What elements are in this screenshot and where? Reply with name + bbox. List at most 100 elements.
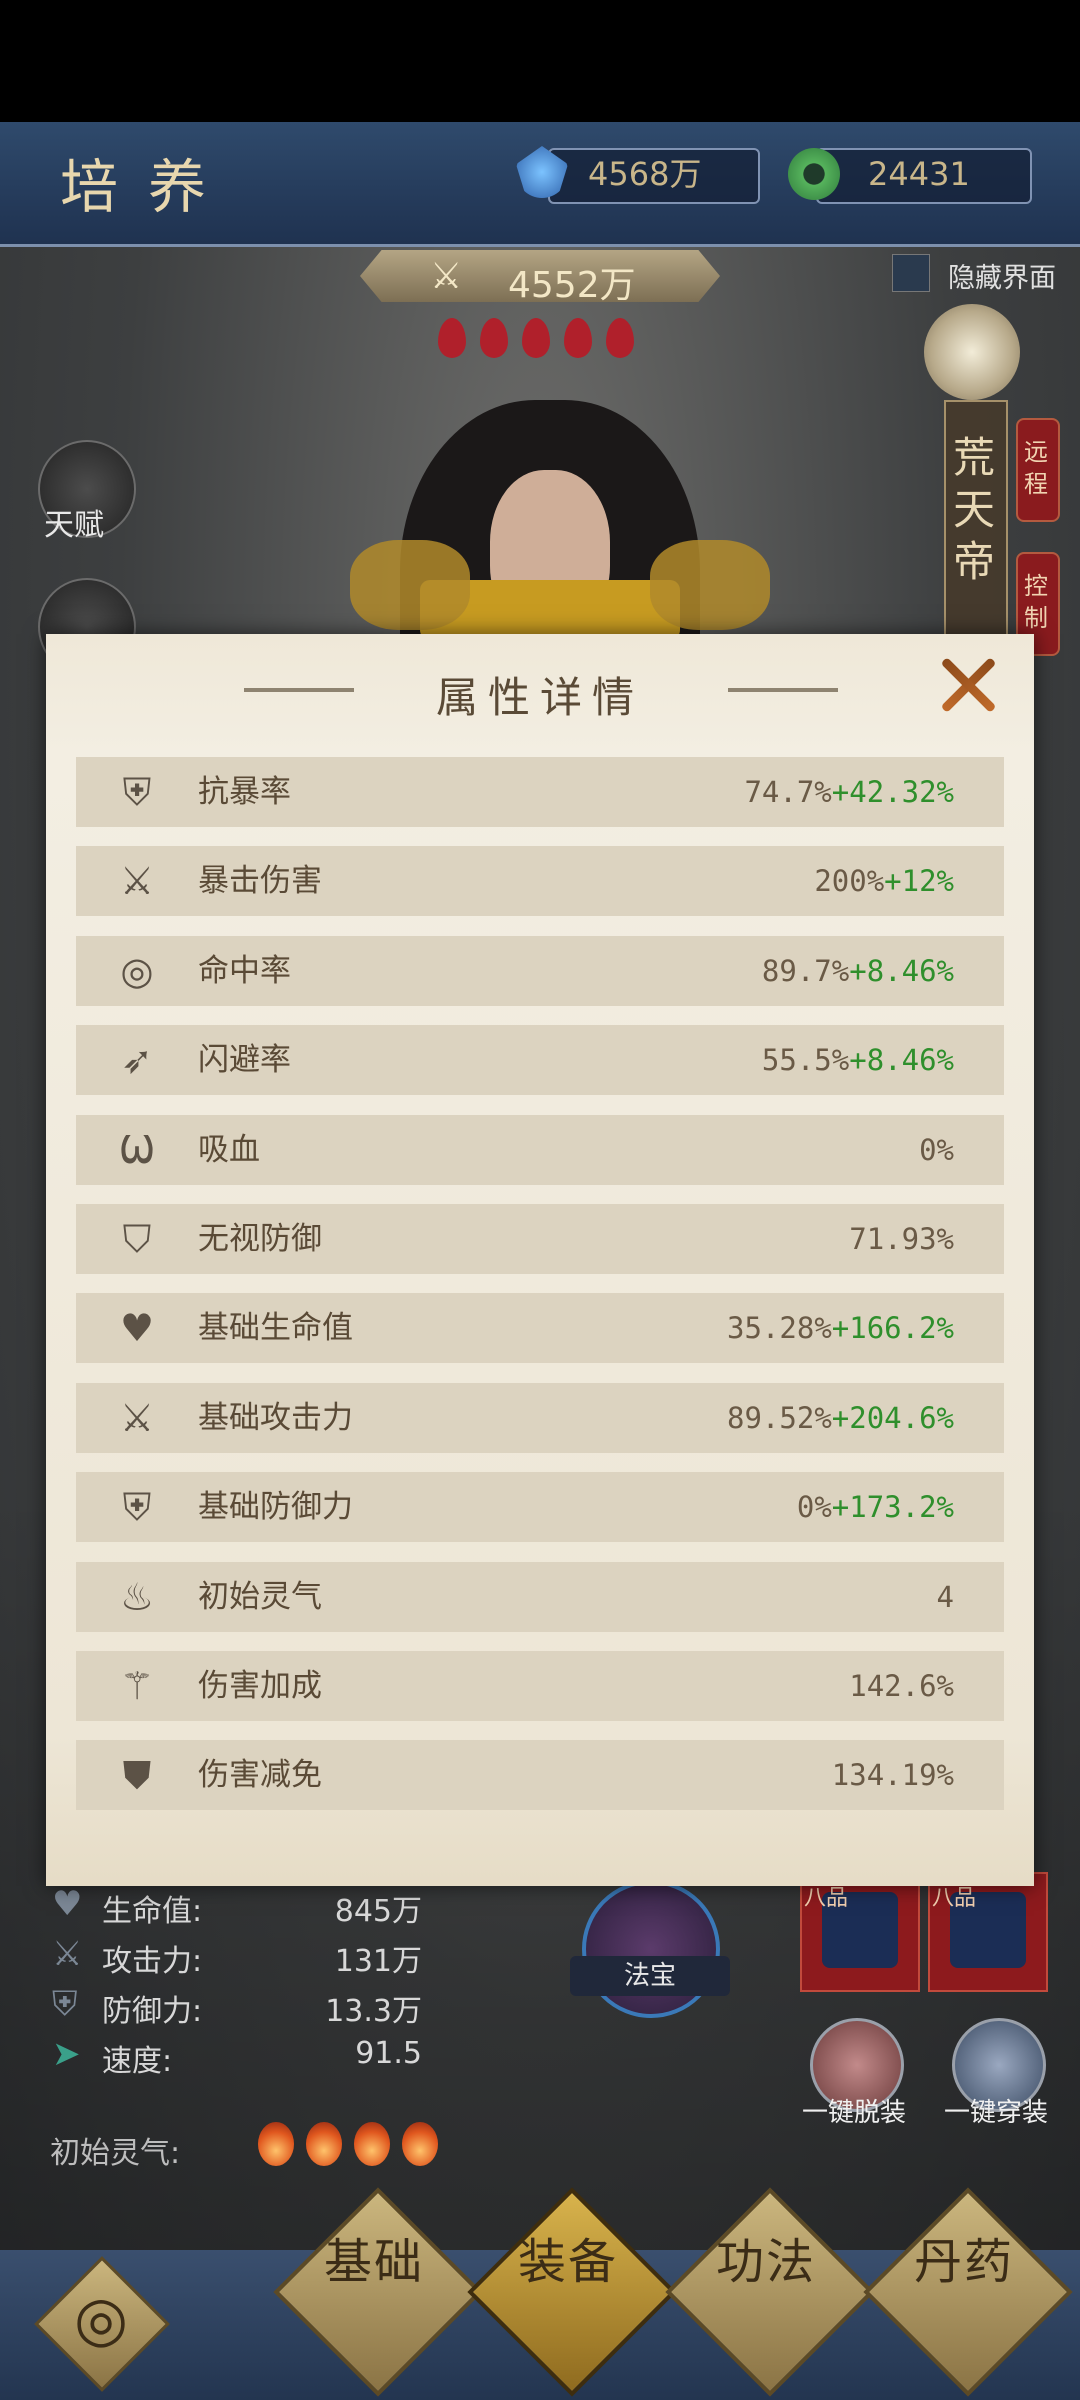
attribute-base-value: 134.19% [831, 1758, 954, 1793]
treasure-label: 法宝 [570, 1956, 730, 1996]
attribute-row: ♥ 基础生命值 35.28%+166.2% [76, 1293, 1004, 1364]
sword-up-icon: ⚚ [119, 1664, 155, 1708]
shield-icon: ⛨ [52, 1984, 78, 2024]
status-bar [0, 0, 1080, 122]
rank-flame-icon [606, 318, 634, 358]
attribute-label: 伤害减免 [198, 1757, 322, 1794]
attribute-value: 142.6% [849, 1651, 954, 1721]
rank-flame-icon [522, 318, 550, 358]
attribute-bonus-value: +8.46% [849, 1043, 954, 1078]
attribute-base-value: 55.5% [761, 1043, 850, 1078]
attribute-label: 基础防御力 [198, 1489, 353, 1526]
page-title: 培养 [60, 153, 237, 221]
attribute-base-value: 0% [796, 1490, 832, 1525]
nav-skills-label: 功法 [715, 2234, 816, 2290]
dragon-ornament-right [650, 540, 770, 630]
attribute-row: ⚚ 伤害加成 142.6% [76, 1651, 1004, 1721]
shield-down-icon: ⛊ [122, 1753, 152, 1798]
attribute-value: 0% [919, 1115, 954, 1185]
attribute-value: 0%+173.2% [797, 1472, 954, 1542]
jade-amount: 24431 [868, 155, 970, 193]
character-name: 荒天帝 [952, 433, 995, 586]
attribute-bonus-value: +42.32% [831, 775, 954, 809]
attribute-base-value: 0% [919, 1132, 954, 1167]
jade-icon [788, 148, 840, 200]
attribute-value: 35.28%+166.2% [727, 1293, 954, 1363]
tab-remote-label: 远程 [1024, 438, 1048, 498]
attribute-value: 134.19% [832, 1740, 954, 1810]
attribute-bonus-value: +12% [884, 864, 954, 899]
stat-speed-value: 91.5 [355, 2036, 422, 2071]
spirit-flame-icon [258, 2122, 294, 2166]
treasure-slot[interactable] [582, 1880, 720, 2018]
rank-flame-icon [438, 318, 466, 358]
tab-control-label: 控制 [1024, 572, 1048, 632]
hide-ui-label: 隐藏界面 [948, 263, 1056, 294]
attribute-row: ♨ 初始灵气 4 [76, 1561, 1004, 1632]
spirit-flame-icon [306, 2122, 342, 2166]
initial-spirit-label: 初始灵气: [50, 2136, 181, 2171]
dragon-ornament-left [350, 540, 470, 630]
dialog-title: 属性详情 [435, 673, 644, 722]
attribute-label: 基础攻击力 [198, 1399, 353, 1436]
attribute-row: ➶ 闪避率 55.5%+8.46% [76, 1025, 1004, 1096]
equip-all-label: 一键穿装 [944, 2098, 1049, 2128]
sword-plus-icon: ⚔ [119, 1395, 155, 1440]
heart-plus-icon: ♥ [119, 1306, 155, 1351]
attribute-label: 抗暴率 [198, 774, 291, 810]
attribute-row: ⚔ 基础攻击力 89.52%+204.6% [76, 1382, 1004, 1453]
talent-label: 天赋 [44, 508, 104, 543]
attribute-label: 闪避率 [198, 1042, 291, 1079]
stat-def-value: 13.3万 [325, 1994, 422, 2029]
attribute-bonus-value: +166.2% [831, 1311, 954, 1346]
stat-hp-value: 845万 [334, 1894, 422, 1929]
spirit-flame-icon [402, 2122, 438, 2166]
broken-shield-icon: ⛉ [122, 1217, 152, 1261]
attribute-value: 71.93% [849, 1204, 954, 1274]
attribute-value: 89.52%+204.6% [727, 1383, 954, 1453]
power-sword-icon: ⚔ [430, 256, 463, 297]
attribute-bonus-value: +204.6% [831, 1400, 954, 1435]
attribute-label: 暴击伤害 [198, 863, 322, 900]
attribute-value: 4 [937, 1562, 954, 1632]
attribute-value: 200%+12% [814, 846, 954, 916]
attribute-label: 初始灵气 [198, 1578, 322, 1615]
attribute-row: ⛉ 无视防御 71.93% [76, 1204, 1004, 1274]
nav-pills-label: 丹药 [913, 2234, 1014, 2290]
sword-icon: ⚔ [52, 1934, 83, 1974]
attribute-bonus-value: +8.46% [849, 953, 954, 988]
attribute-label: 基础生命值 [198, 1310, 353, 1347]
crystal-amount: 4568万 [588, 155, 702, 193]
sect-emblem-icon[interactable] [924, 304, 1020, 400]
attribute-base-value: 142.6% [849, 1669, 954, 1703]
attribute-row: ⛊ 伤害减免 134.19% [76, 1740, 1004, 1811]
attribute-base-value: 89.7% [761, 953, 850, 988]
stat-hp-label: 生命值: [102, 1894, 203, 1929]
attribute-row: ⚔ 暴击伤害 200%+12% [76, 846, 1004, 917]
close-button[interactable] [936, 652, 1000, 716]
nav-equipment-label: 装备 [517, 2234, 618, 2290]
heart-icon: ♥ [52, 1884, 83, 1924]
shield-icon: ⛨ [122, 770, 152, 814]
crossed-sword-icon: ⚔ [119, 859, 155, 904]
hide-ui-checkbox[interactable] [892, 254, 930, 292]
stat-def-label: 防御力: [102, 1994, 203, 2029]
speed-icon: ➤ [52, 2034, 81, 2074]
spirit-flame-icon [354, 2122, 390, 2166]
stat-atk-label: 攻击力: [102, 1944, 203, 1979]
rank-flame-icon [564, 318, 592, 358]
stat-atk-value: 131万 [334, 1944, 422, 1979]
attribute-base-value: 35.28% [727, 1311, 832, 1346]
fang-icon: Ѡ [119, 1127, 155, 1172]
attribute-base-value: 200% [814, 864, 885, 899]
attribute-value: 55.5%+8.46% [762, 1025, 954, 1095]
attribute-label: 吸血 [198, 1131, 260, 1168]
target-icon: ◎ [120, 948, 154, 993]
attribute-value: 89.7%+8.46% [762, 936, 954, 1006]
attribute-base-value: 4 [936, 1579, 954, 1614]
attribute-row: Ѡ 吸血 0% [76, 1114, 1004, 1185]
attribute-label: 伤害加成 [198, 1668, 322, 1704]
attribute-value: 74.7%+42.32% [744, 757, 954, 827]
combat-power: 4552万 [508, 265, 636, 306]
unequip-all-label: 一键脱装 [802, 2098, 907, 2128]
